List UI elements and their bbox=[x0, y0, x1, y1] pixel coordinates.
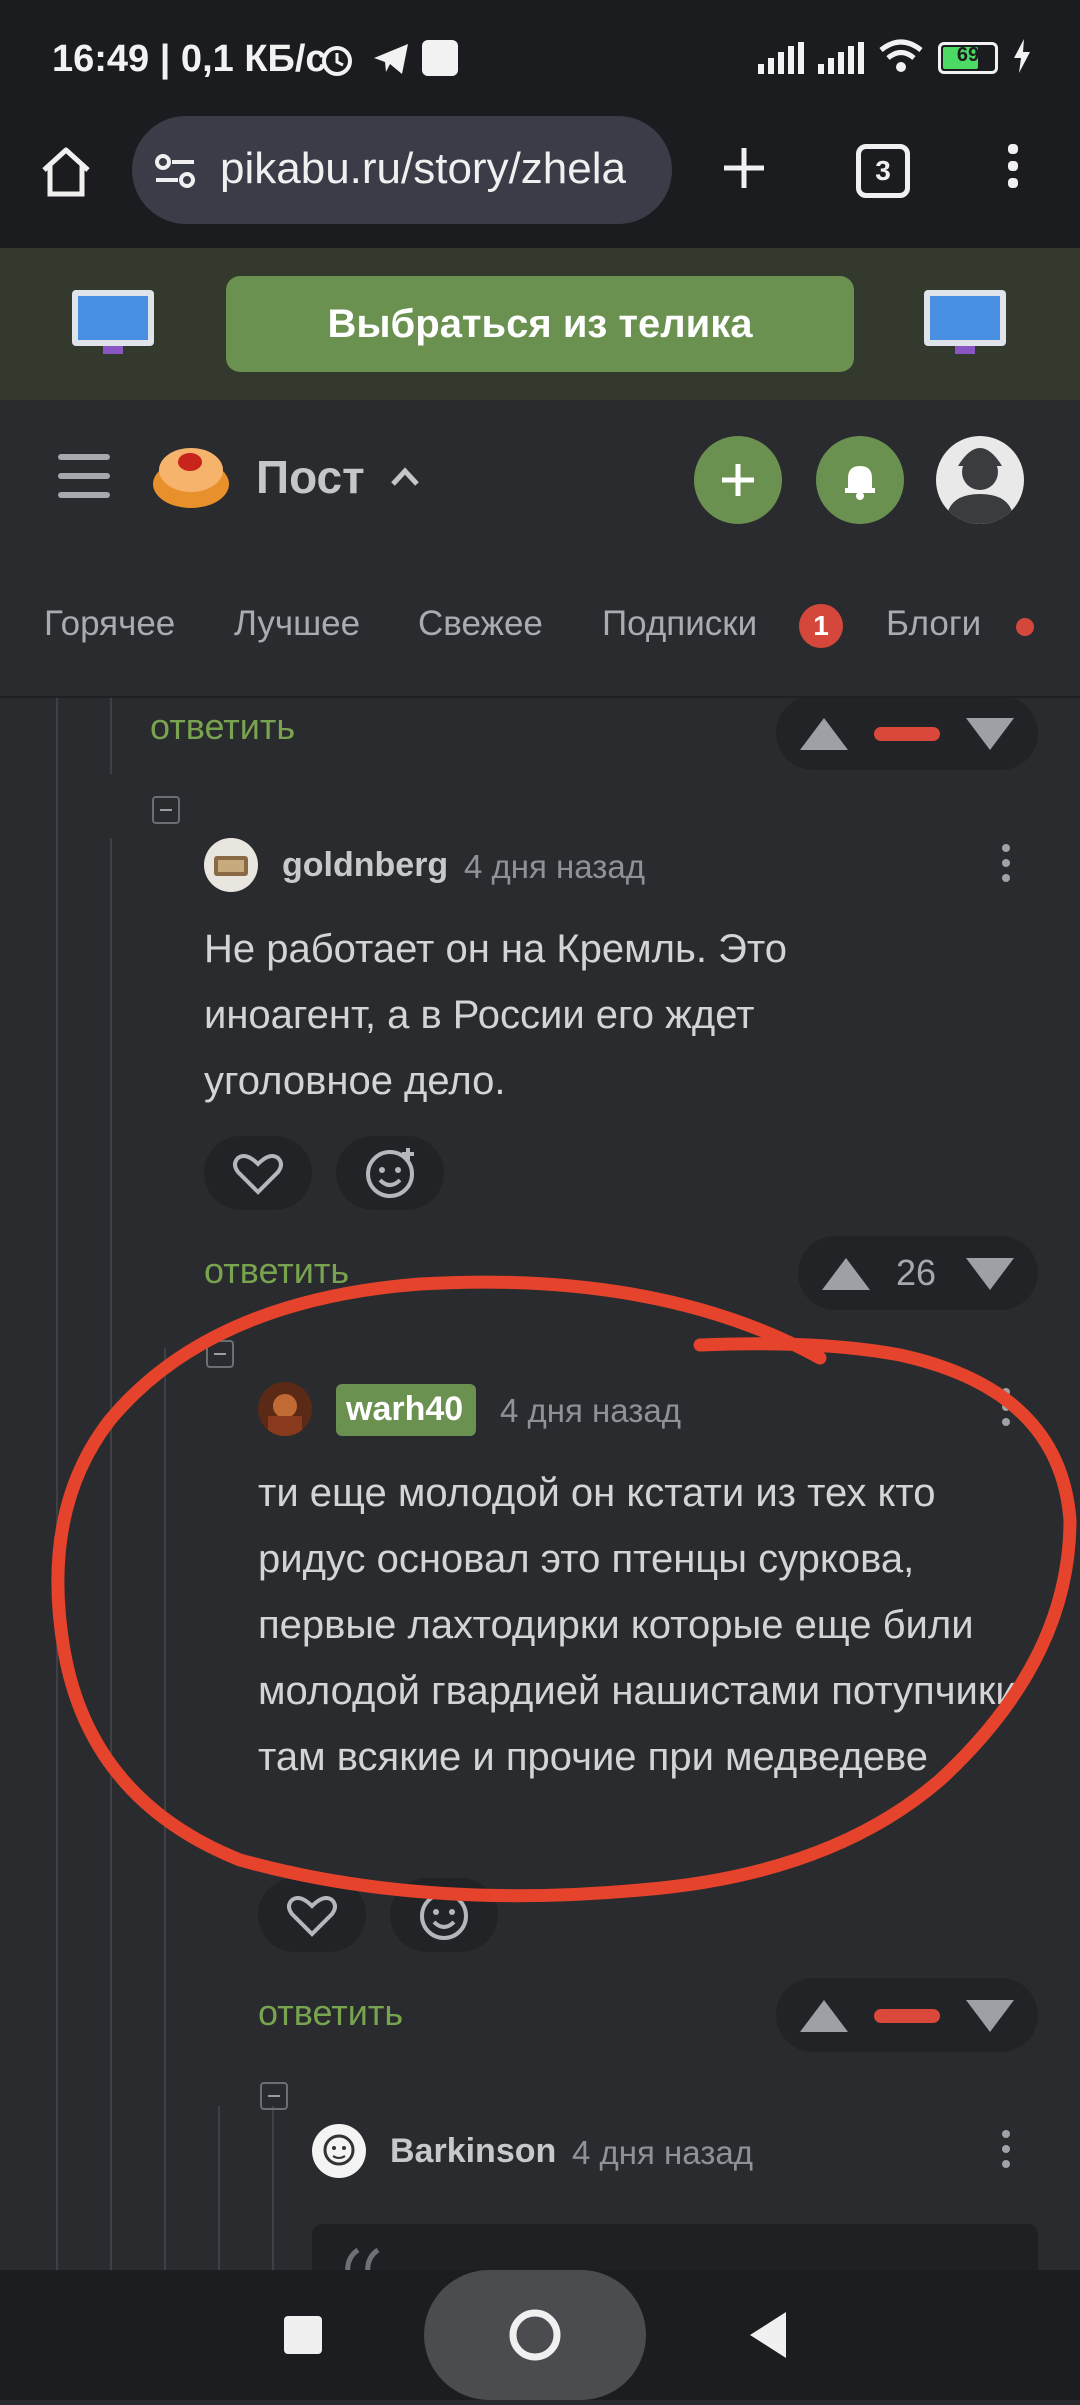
back-icon[interactable] bbox=[746, 2310, 790, 2365]
home-circle-icon bbox=[509, 2309, 561, 2361]
red-annotation-circle bbox=[51, 1275, 1077, 1903]
home-button[interactable] bbox=[424, 2270, 646, 2400]
system-nav-bar bbox=[0, 2270, 1080, 2400]
recent-apps-button[interactable] bbox=[284, 2316, 322, 2354]
